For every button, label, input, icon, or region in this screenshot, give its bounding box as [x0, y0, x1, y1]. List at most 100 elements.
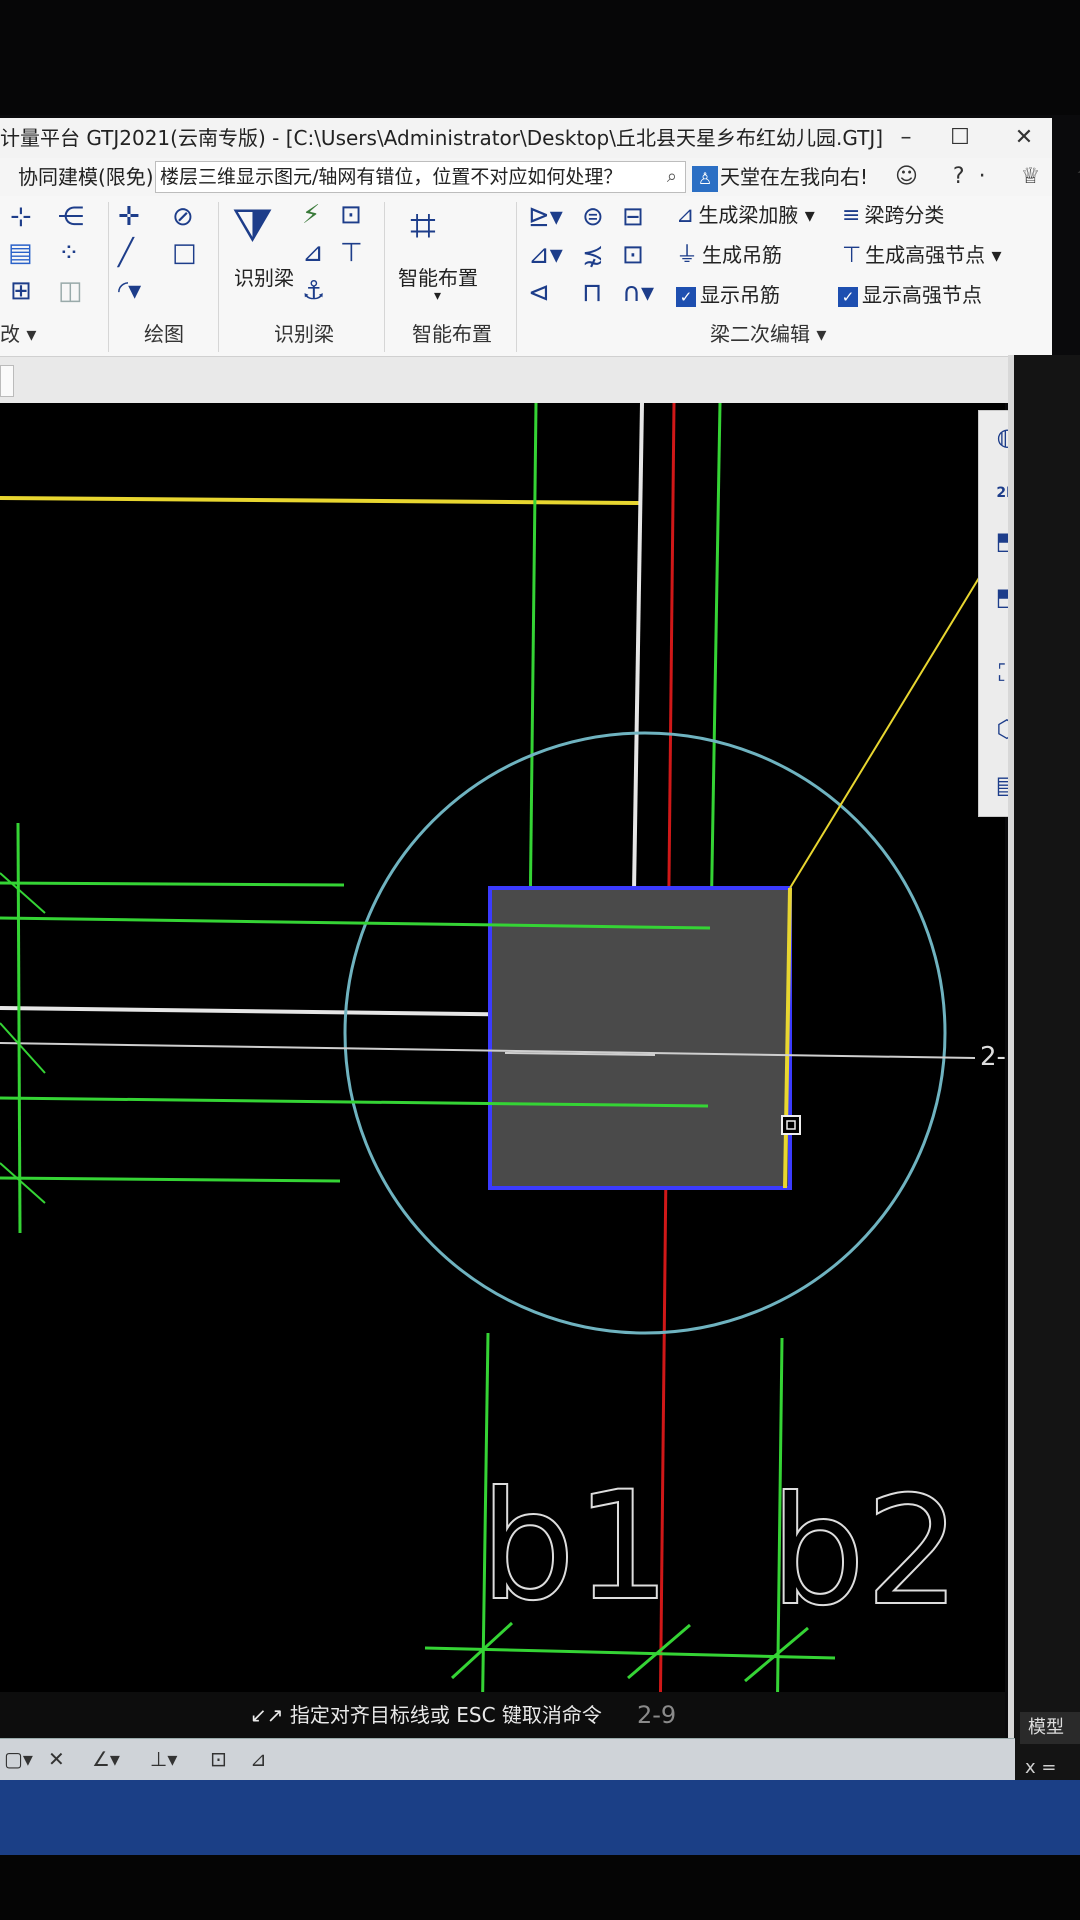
show-hanger-label: 显示吊筋	[700, 283, 780, 307]
gen-hs-nodes-button[interactable]: ⊤ 生成高强节点 ▾	[842, 240, 1002, 271]
point-icon[interactable]: ✛	[118, 202, 140, 232]
line-icon[interactable]: ╱	[118, 238, 134, 268]
grip-handle-icon	[781, 1115, 801, 1135]
drawing-tab-bar	[0, 357, 1050, 403]
monitor-bezel-top	[0, 0, 1080, 115]
recognize-beam-button[interactable]: 识别梁	[234, 262, 294, 291]
smart-layout-button[interactable]: 智能布置	[398, 262, 478, 291]
close-button[interactable]: ✕	[1004, 118, 1044, 158]
gen-hanger-label: 生成吊筋	[702, 243, 783, 267]
gen-haunch-label: 生成梁加腋	[698, 203, 799, 227]
recognize-label-icon[interactable]: ⊤	[340, 238, 363, 268]
drawing-canvas[interactable]: 2-B b1 b2	[0, 403, 1005, 1738]
check-icon[interactable]: ⊡	[340, 200, 362, 230]
trim-icon[interactable]: ⋲	[58, 202, 84, 232]
help-search-input[interactable]: 楼层三维显示图元/轴网有错位，位置不对应如何处理？ ⌕	[155, 161, 686, 193]
hanger-icon: ⏚	[676, 243, 699, 268]
axis-label-2-b: 2-B	[980, 1042, 1005, 1072]
search-icon[interactable]: ⌕	[667, 162, 677, 192]
rotate-point-icon[interactable]: ⊘	[172, 202, 194, 232]
monitor-bezel-bottom	[0, 1855, 1080, 1920]
gen-hs-nodes-label: 生成高强节点	[865, 243, 986, 267]
green-vertical-left-edge	[16, 822, 22, 1234]
drawing-tab[interactable]	[0, 365, 14, 397]
rectangle-icon[interactable]: □	[172, 238, 197, 268]
snap-angle-icon[interactable]: ∠▾	[92, 1745, 120, 1773]
help-icons[interactable]: ☺ ?· ♕ ^	[895, 158, 1080, 196]
span-apply-icon[interactable]: ⋨	[582, 240, 604, 270]
cad-drawing[interactable]: 2-B b1 b2	[0, 403, 1005, 1738]
green-horizontal-1	[0, 881, 345, 887]
title-bar: 计量平台 GTJ2021(云南专版) - [C:\Users\Administr…	[0, 118, 1052, 159]
mirror-icon[interactable]: ◫	[58, 276, 83, 306]
arch-icon[interactable]: ⊓	[582, 278, 602, 308]
right-side-panel	[1008, 355, 1080, 1795]
quick-toolbar: 协同建模(限免) 楼层三维显示图元/轴网有错位，位置不对应如何处理？ ⌕ ♙ 天堂…	[0, 158, 1080, 196]
taskbar	[0, 1780, 1080, 1855]
copy-span-icon[interactable]: ⊜	[582, 202, 604, 232]
group-divider	[384, 202, 385, 352]
show-hanger-checkbox[interactable]: ✓ 显示吊筋	[676, 280, 780, 310]
maximize-button[interactable]: ☐	[940, 118, 980, 158]
snap-extra-icon[interactable]: ⊿	[250, 1745, 267, 1773]
column-block	[488, 886, 792, 1190]
copy-to-floor-icon[interactable]: ⁘	[58, 238, 80, 268]
command-status-line: ↙↗ 指定对齐目标线或 ESC 键取消命令 2-9	[0, 1692, 1005, 1738]
paste-icon[interactable]: ⊿▾	[528, 240, 563, 270]
user-account[interactable]: ♙ 天堂在左我向右!	[692, 158, 868, 196]
search-text: 楼层三维显示图元/轴网有错位，位置不对应如何处理？	[160, 166, 623, 188]
anchor-icon[interactable]: ⚓	[302, 276, 325, 306]
chevron-down-icon[interactable]: ▾	[434, 288, 441, 304]
panel-edge	[1008, 355, 1014, 1795]
show-hs-nodes-checkbox[interactable]: ✓ 显示高强节点	[838, 280, 982, 310]
beam-span-label: 梁跨分类	[864, 203, 945, 227]
green-slash-3	[0, 1162, 46, 1204]
snap-mode-dropdown[interactable]: ▢▾	[4, 1745, 33, 1773]
ribbon: ⊹ ⋲ ▤ ⁘ ⊞ ◫ 改 ▾ ✛ ⊘ ╱ □ ◜▾ 绘图 ⧩ 识别梁 ⚡ ⊡ …	[0, 196, 1052, 357]
collab-modeling-link[interactable]: 协同建模(限免)	[18, 158, 154, 196]
minimize-button[interactable]: –	[886, 118, 926, 158]
white-axis-horizontal	[0, 1042, 976, 1059]
green-horizontal-4	[0, 1176, 341, 1183]
group-recognize-label: 识别梁	[274, 322, 334, 346]
group-smart-label: 智能布置	[412, 322, 492, 346]
checkbox-checked-icon: ✓	[676, 286, 696, 307]
avatar: ♙	[692, 165, 718, 192]
label-b1: b1	[480, 1460, 671, 1634]
group-divider	[218, 202, 219, 352]
extend-icon[interactable]: ⊹	[10, 202, 32, 232]
gen-haunch-button[interactable]: ⊿ 生成梁加腋 ▾	[676, 200, 815, 231]
arc-icon[interactable]: ◜▾	[118, 276, 141, 306]
reset-icon[interactable]: ∩▾	[622, 278, 654, 308]
window-title: 计量平台 GTJ2021(云南专版) - [C:\Users\Administr…	[0, 126, 884, 150]
group-modify-label[interactable]: 改 ▾	[0, 318, 36, 347]
show-hs-nodes-label: 显示高强节点	[862, 283, 982, 307]
set-support-icon[interactable]: ⊲	[528, 278, 550, 308]
select-box-icon[interactable]: ⊡	[622, 240, 644, 270]
offset-icon[interactable]: ⊞	[10, 276, 32, 306]
group-divider	[108, 202, 109, 352]
yellow-beam-top	[0, 496, 643, 505]
smart-layout-icon[interactable]: ⌗	[410, 200, 436, 250]
checkbox-checked-icon: ✓	[838, 286, 858, 307]
recognize-span-icon[interactable]: ⚡	[302, 200, 320, 230]
status-message-text: 指定对齐目标线或 ESC 键取消命令	[289, 1703, 602, 1727]
group-divider	[516, 202, 517, 352]
gen-hanger-button[interactable]: ⏚ 生成吊筋	[676, 240, 782, 271]
snap-perpendicular-icon[interactable]: ⊥▾	[150, 1745, 177, 1773]
node-icon: ⊤	[842, 243, 862, 268]
beam-span-button[interactable]: ≡ 梁跨分类	[842, 200, 944, 231]
edit-span-icon[interactable]: ⊿	[302, 238, 324, 268]
origin-span-icon[interactable]: ⊵▾	[528, 202, 563, 232]
span-class-icon: ≡	[842, 203, 861, 228]
green-slash-1	[0, 872, 46, 914]
snap-center-icon[interactable]: ⊡	[210, 1745, 227, 1773]
status-message: ↙↗ 指定对齐目标线或 ESC 键取消命令	[250, 1703, 602, 1727]
flip-icon[interactable]: ⊟	[622, 202, 644, 232]
model-tab[interactable]: 模型	[1020, 1712, 1080, 1744]
haunch-icon: ⊿	[676, 203, 695, 228]
align-icon[interactable]: ▤	[8, 238, 33, 268]
recognize-beam-icon[interactable]: ⧩	[232, 200, 273, 250]
group-beam-edit-label[interactable]: 梁二次编辑 ▾	[710, 318, 826, 347]
snap-intersection-icon[interactable]: ✕	[48, 1745, 65, 1773]
